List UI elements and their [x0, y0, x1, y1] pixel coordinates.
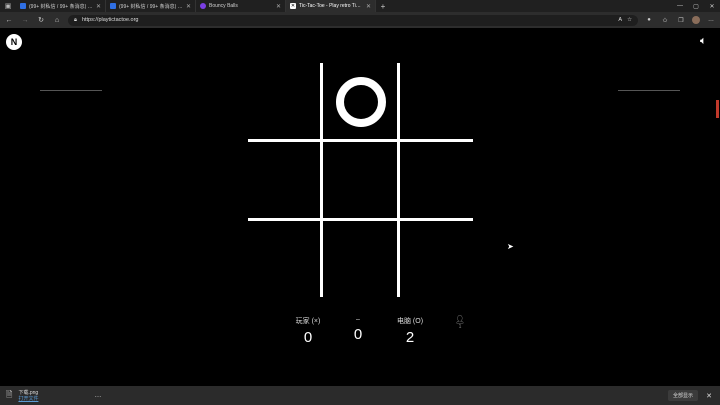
new-tab-button[interactable]: +: [376, 0, 390, 12]
close-window-button[interactable]: ✕: [704, 0, 720, 12]
board-cell[interactable]: [323, 221, 398, 299]
board-cell[interactable]: [323, 63, 398, 141]
board-cell[interactable]: [323, 142, 398, 220]
show-all-button[interactable]: 全部显示: [667, 390, 698, 401]
download-item[interactable]: 下载.png 打开文件: [18, 390, 38, 402]
tab-favicon: [110, 3, 116, 9]
tab-strip: ▣ (99+ 封私信 / 99+ 条消息) 幽灵… ✕ (99+ 封私信 / 9…: [0, 0, 720, 12]
file-icon: 🗎: [6, 389, 13, 399]
divider-right: [618, 90, 680, 91]
refresh-icon[interactable]: ↻: [36, 16, 46, 24]
tie-label: –: [356, 316, 360, 323]
tab-close-icon[interactable]: ✕: [276, 3, 281, 10]
board-cell[interactable]: [400, 142, 475, 220]
extension-icon[interactable]: ●: [644, 17, 654, 23]
profile-avatar[interactable]: [692, 16, 700, 24]
tab-4-active[interactable]: ✕ Tic-Tac-Toe - Play retro Tic-Tac-… ✕: [286, 0, 376, 12]
back-icon[interactable]: ←: [4, 17, 14, 24]
tab-close-icon[interactable]: ✕: [366, 3, 371, 10]
download-bar: 🗎 下载.png 打开文件 … 全部显示 ✕: [0, 386, 720, 405]
game-board: [248, 63, 473, 297]
favorite-star-icon[interactable]: ☆: [627, 17, 632, 23]
tab-title: Tic-Tac-Toe - Play retro Tic-Tac-…: [299, 3, 363, 9]
tab-1[interactable]: (99+ 封私信 / 99+ 条消息) 幽灵… ✕: [16, 0, 106, 12]
tab-actions-icon[interactable]: ▣: [0, 0, 16, 12]
score-tie[interactable]: – 0: [328, 316, 388, 343]
download-more-button[interactable]: …: [94, 392, 101, 399]
open-file-link[interactable]: 打开文件: [18, 396, 38, 402]
board-cell[interactable]: [248, 221, 323, 299]
o-mark: [335, 77, 386, 127]
person-icon: 👤︎: [454, 315, 466, 324]
tab-title: (99+ 封私信 / 99+ 条消息) 幽灵…: [29, 3, 93, 10]
site-logo[interactable]: N: [6, 34, 22, 50]
player-mode-toggle[interactable]: 👤︎ 1: [454, 315, 466, 330]
computer-label: 电脑 (O): [396, 318, 424, 325]
collections-icon[interactable]: ❐: [676, 17, 686, 24]
tab-title: Bouncy Balls: [209, 3, 238, 9]
lock-icon: 🔒︎: [74, 16, 77, 23]
game-page: N 🔈︎ 玩家 (×) 0 – 0 电脑 (O) 2 👤︎ 1 ➤: [0, 28, 720, 386]
board-cell[interactable]: [400, 63, 475, 141]
tab-3[interactable]: Bouncy Balls ✕: [196, 0, 286, 12]
mouse-cursor-icon: ➤: [507, 242, 514, 251]
address-bar: ← → ↻ ⌂ 🔒︎ https://playtictactoe.org A ☆…: [0, 12, 720, 28]
minimize-button[interactable]: —: [672, 0, 688, 12]
url-text: https://playtictactoe.org: [81, 17, 139, 23]
computer-score: 2: [405, 329, 415, 346]
maximize-button[interactable]: ▢: [688, 0, 704, 12]
board-cell[interactable]: [400, 221, 475, 299]
favorites-icon[interactable]: ✩: [660, 17, 670, 24]
tab-close-icon[interactable]: ✕: [186, 3, 191, 10]
divider-left: [40, 90, 102, 91]
board-cell[interactable]: [248, 63, 323, 141]
score-computer[interactable]: 电脑 (O) 2: [380, 316, 440, 346]
forward-icon[interactable]: →: [20, 17, 30, 24]
url-field[interactable]: 🔒︎ https://playtictactoe.org A ☆: [68, 14, 638, 26]
tie-score: 0: [353, 326, 363, 343]
tab-close-icon[interactable]: ✕: [96, 3, 101, 10]
home-icon[interactable]: ⌂: [52, 17, 62, 24]
close-download-bar-button[interactable]: ✕: [704, 392, 714, 400]
scrollbar-marker[interactable]: [716, 100, 719, 118]
tab-2[interactable]: (99+ 封私信 / 99+ 条消息) 有啊… ✕: [106, 0, 196, 12]
window-controls: — ▢ ✕: [672, 0, 720, 12]
tab-title: (99+ 封私信 / 99+ 条消息) 有啊…: [119, 3, 183, 10]
board-cell[interactable]: [248, 142, 323, 220]
player-mode-count: 1: [458, 324, 462, 330]
tab-favicon: ✕: [290, 3, 296, 9]
sound-icon[interactable]: 🔈︎: [700, 35, 707, 48]
read-aloud-icon[interactable]: A: [618, 17, 622, 23]
more-menu-icon[interactable]: …: [706, 17, 716, 23]
tab-favicon: [200, 3, 206, 9]
tab-favicon: [20, 3, 26, 9]
